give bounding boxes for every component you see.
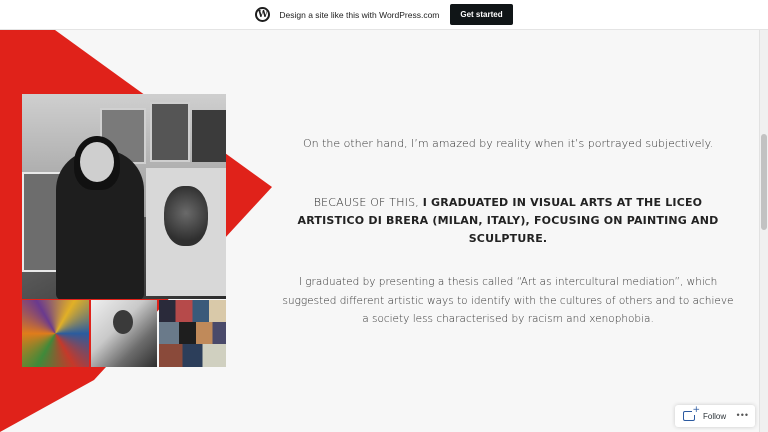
colorful-paintings-thumbnail: [22, 300, 89, 367]
reader-follow-icon: [683, 406, 700, 421]
wordpress-logo-icon[interactable]: W: [255, 7, 271, 22]
page-scrollbar[interactable]: [759, 30, 768, 432]
wordpress-promo-bar: W Design a site like this with WordPress…: [0, 0, 768, 30]
artist-sculpting-thumbnail: [90, 300, 158, 367]
graduation-lead: BECAUSE OF THIS,: [313, 196, 419, 209]
paragraph-graduation: BECAUSE OF THIS, I GRADUATED IN VISUAL A…: [282, 194, 734, 248]
paragraph-thesis: I graduated by presenting a thesis calle…: [282, 276, 734, 325]
more-options-icon[interactable]: •••: [737, 411, 749, 420]
scrollbar-thumb[interactable]: [761, 134, 767, 230]
artist-main-photo: [22, 94, 226, 299]
paragraph-reality: On the other hand, I’m amazed by reality…: [302, 137, 714, 150]
exhibition-collage-thumbnail: [159, 300, 227, 367]
follow-button[interactable]: Follow •••: [675, 405, 755, 427]
get-started-button[interactable]: Get started: [450, 4, 513, 25]
promo-text: Design a site like this with WordPress.c…: [279, 9, 440, 20]
follow-label: Follow: [703, 411, 727, 421]
thumbnail-row: [22, 300, 227, 367]
